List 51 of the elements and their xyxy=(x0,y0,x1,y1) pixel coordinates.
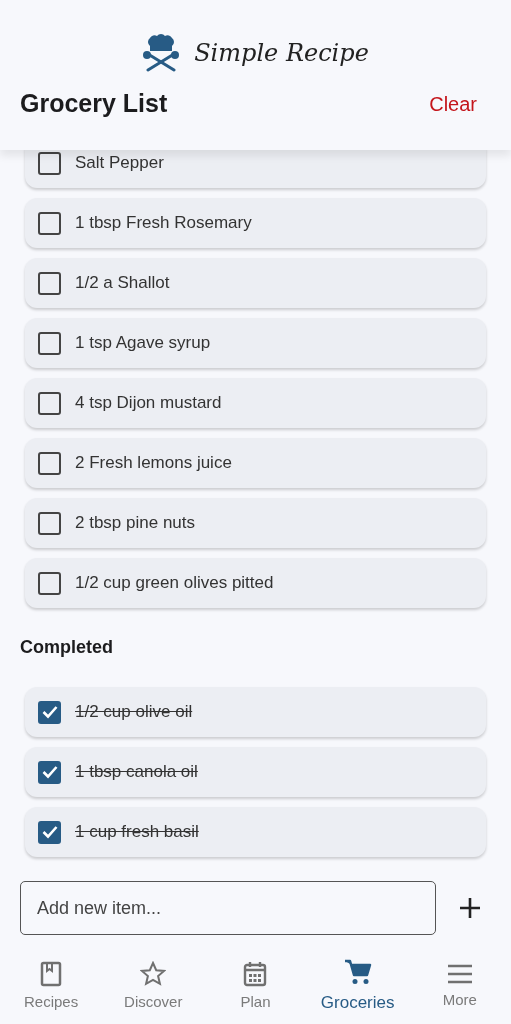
nav-tab[interactable]: Recipes xyxy=(6,959,97,1015)
grocery-item-card[interactable]: 1 cup fresh basil xyxy=(25,807,486,857)
grocery-item-card[interactable]: 1/2 cup green olives pitted xyxy=(25,558,486,608)
star-icon xyxy=(140,960,167,987)
grocery-item-card[interactable]: 2 Fresh lemons juice xyxy=(25,438,486,488)
new-item-field[interactable]: Add new item... xyxy=(20,881,436,935)
section-heading: Completed xyxy=(20,636,114,659)
grocery-item-card[interactable]: 4 tsp Dijon mustard xyxy=(25,378,486,428)
grocery-item-card[interactable]: 1 tbsp Fresh Rosemary xyxy=(25,198,486,248)
grocery-item-card[interactable]: 1 tsp Agave syrup xyxy=(25,318,486,368)
item-label: 2 tbsp pine nuts xyxy=(75,512,196,535)
nav-tab[interactable]: Discover xyxy=(108,959,199,1015)
logo-text: Simple Recipe xyxy=(194,37,369,69)
calendar-icon xyxy=(243,960,268,987)
checkbox[interactable] xyxy=(38,760,61,784)
item-label: 1/2 a Shallot xyxy=(75,272,170,295)
checkbox[interactable] xyxy=(38,211,61,235)
item-label: 2 Fresh lemons juice xyxy=(75,452,232,475)
item-label: 1 cup fresh basil xyxy=(75,821,199,844)
cart-icon xyxy=(343,958,372,987)
page-title: Grocery List xyxy=(20,88,168,119)
book-icon xyxy=(40,960,63,987)
checkbox[interactable] xyxy=(38,151,61,175)
checkbox[interactable] xyxy=(38,571,61,595)
menu-icon xyxy=(446,962,473,985)
item-label: 4 tsp Dijon mustard xyxy=(75,392,222,415)
clear-button[interactable]: Clear xyxy=(429,88,477,119)
item-label: 1/2 cup olive oil xyxy=(75,701,193,724)
checkbox[interactable] xyxy=(38,331,61,355)
checkbox[interactable] xyxy=(38,391,61,415)
grocery-item-card[interactable]: Salt Pepper xyxy=(25,150,486,188)
item-label: 1 tbsp canola oil xyxy=(75,761,198,784)
checkbox[interactable] xyxy=(38,451,61,475)
add-button[interactable] xyxy=(458,895,482,921)
checkbox[interactable] xyxy=(38,511,61,535)
nav-tab[interactable]: Groceries xyxy=(312,957,403,1017)
grocery-item-card[interactable]: 1/2 cup olive oil xyxy=(25,687,486,737)
chef-logo-icon xyxy=(142,33,181,72)
item-label: Salt Pepper xyxy=(75,152,164,175)
item-label: 1/2 cup green olives pitted xyxy=(75,572,274,595)
checkbox[interactable] xyxy=(38,271,61,295)
item-label: 1 tsp Agave syrup xyxy=(75,332,211,355)
grocery-item-card[interactable]: 2 tbsp pine nuts xyxy=(25,498,486,548)
item-label: 1 tbsp Fresh Rosemary xyxy=(75,212,252,235)
grocery-item-card[interactable]: 1 tbsp canola oil xyxy=(25,747,486,797)
plus-icon xyxy=(458,896,482,921)
grocery-item-card[interactable]: 1/2 a Shallot xyxy=(25,258,486,308)
nav-tab[interactable]: Plan xyxy=(210,959,301,1015)
checkbox[interactable] xyxy=(38,700,61,724)
nav-tab[interactable]: More xyxy=(414,961,505,1013)
checkbox[interactable] xyxy=(38,820,61,844)
